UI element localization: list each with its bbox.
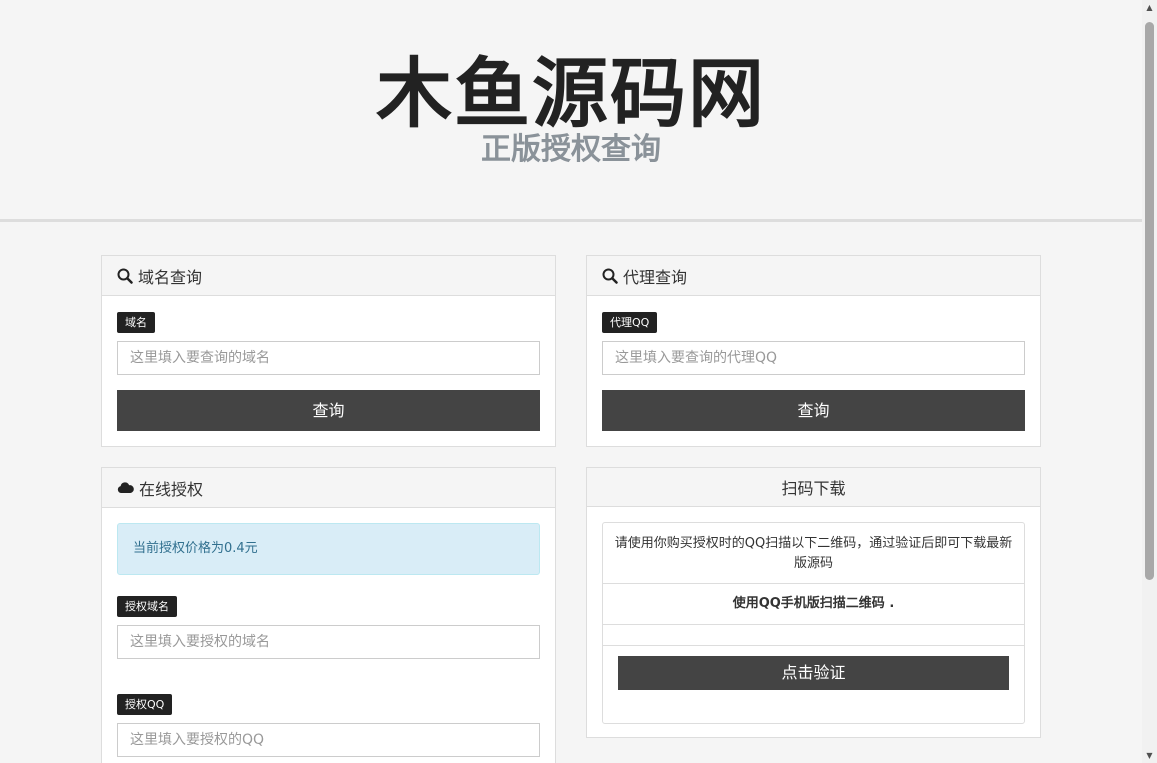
- domain-query-body: 域名 查询: [102, 296, 555, 446]
- scroll-down-arrow-icon[interactable]: ▼: [1142, 748, 1157, 763]
- auth-domain-input[interactable]: [117, 625, 540, 659]
- domain-query-button[interactable]: 查询: [117, 390, 540, 431]
- site-subtitle: 正版授权查询: [481, 132, 661, 167]
- verify-button[interactable]: 点击验证: [618, 656, 1009, 690]
- verify-row: 点击验证: [603, 646, 1024, 723]
- auth-qq-input[interactable]: [117, 723, 540, 757]
- online-auth-body: 当前授权价格为0.4元 授权域名 授权QQ: [102, 508, 555, 763]
- domain-label: 域名: [117, 312, 155, 333]
- scan-download-body: 请使用你购买授权时的QQ扫描以下二维码，通过验证后即可下载最新版源码 使用QQ手…: [587, 507, 1040, 739]
- domain-input[interactable]: [117, 341, 540, 375]
- agent-qq-input[interactable]: [602, 341, 1025, 375]
- online-auth-title: 在线授权: [139, 479, 204, 499]
- scan-list: 请使用你购买授权时的QQ扫描以下二维码，通过验证后即可下载最新版源码 使用QQ手…: [602, 522, 1025, 724]
- scroll-up-arrow-icon[interactable]: ▲: [1142, 0, 1157, 15]
- scan-description: 请使用你购买授权时的QQ扫描以下二维码，通过验证后即可下载最新版源码: [603, 523, 1024, 584]
- agent-query-panel: 代理查询 代理QQ 查询: [586, 255, 1041, 447]
- site-title: 木鱼源码网: [376, 49, 766, 138]
- agent-query-heading: 代理查询: [587, 256, 1040, 296]
- price-alert: 当前授权价格为0.4元: [117, 523, 540, 575]
- qr-code-area: [603, 625, 1024, 646]
- scan-hint: 使用QQ手机版扫描二维码 .: [603, 584, 1024, 625]
- scroll-thumb[interactable]: [1145, 22, 1154, 580]
- online-auth-panel: 在线授权 当前授权价格为0.4元 授权域名 授权QQ: [101, 467, 556, 763]
- agent-qq-label: 代理QQ: [602, 312, 658, 333]
- scan-download-heading: 扫码下载: [587, 468, 1040, 507]
- domain-query-heading: 域名查询: [102, 256, 555, 296]
- domain-query-panel: 域名查询 域名 查询: [101, 255, 556, 447]
- auth-qq-label: 授权QQ: [117, 694, 173, 715]
- online-auth-heading: 在线授权: [102, 468, 555, 508]
- agent-query-button[interactable]: 查询: [602, 390, 1025, 431]
- page-header: 木鱼源码网 正版授权查询: [0, 0, 1142, 222]
- scan-download-panel: 扫码下载 请使用你购买授权时的QQ扫描以下二维码，通过验证后即可下载最新版源码 …: [586, 467, 1041, 738]
- cloud-icon: [117, 481, 134, 493]
- agent-query-body: 代理QQ 查询: [587, 296, 1040, 446]
- search-icon: [602, 268, 618, 284]
- page: 木鱼源码网 正版授权查询 域名查询 域名 查询 代理查询 代理QQ: [0, 0, 1142, 763]
- domain-query-title: 域名查询: [138, 267, 203, 287]
- scan-download-title: 扫码下载: [781, 479, 846, 498]
- search-icon: [117, 268, 133, 284]
- auth-domain-label: 授权域名: [117, 596, 177, 617]
- agent-query-title: 代理查询: [623, 267, 688, 287]
- vertical-scrollbar[interactable]: ▲ ▼: [1142, 0, 1157, 763]
